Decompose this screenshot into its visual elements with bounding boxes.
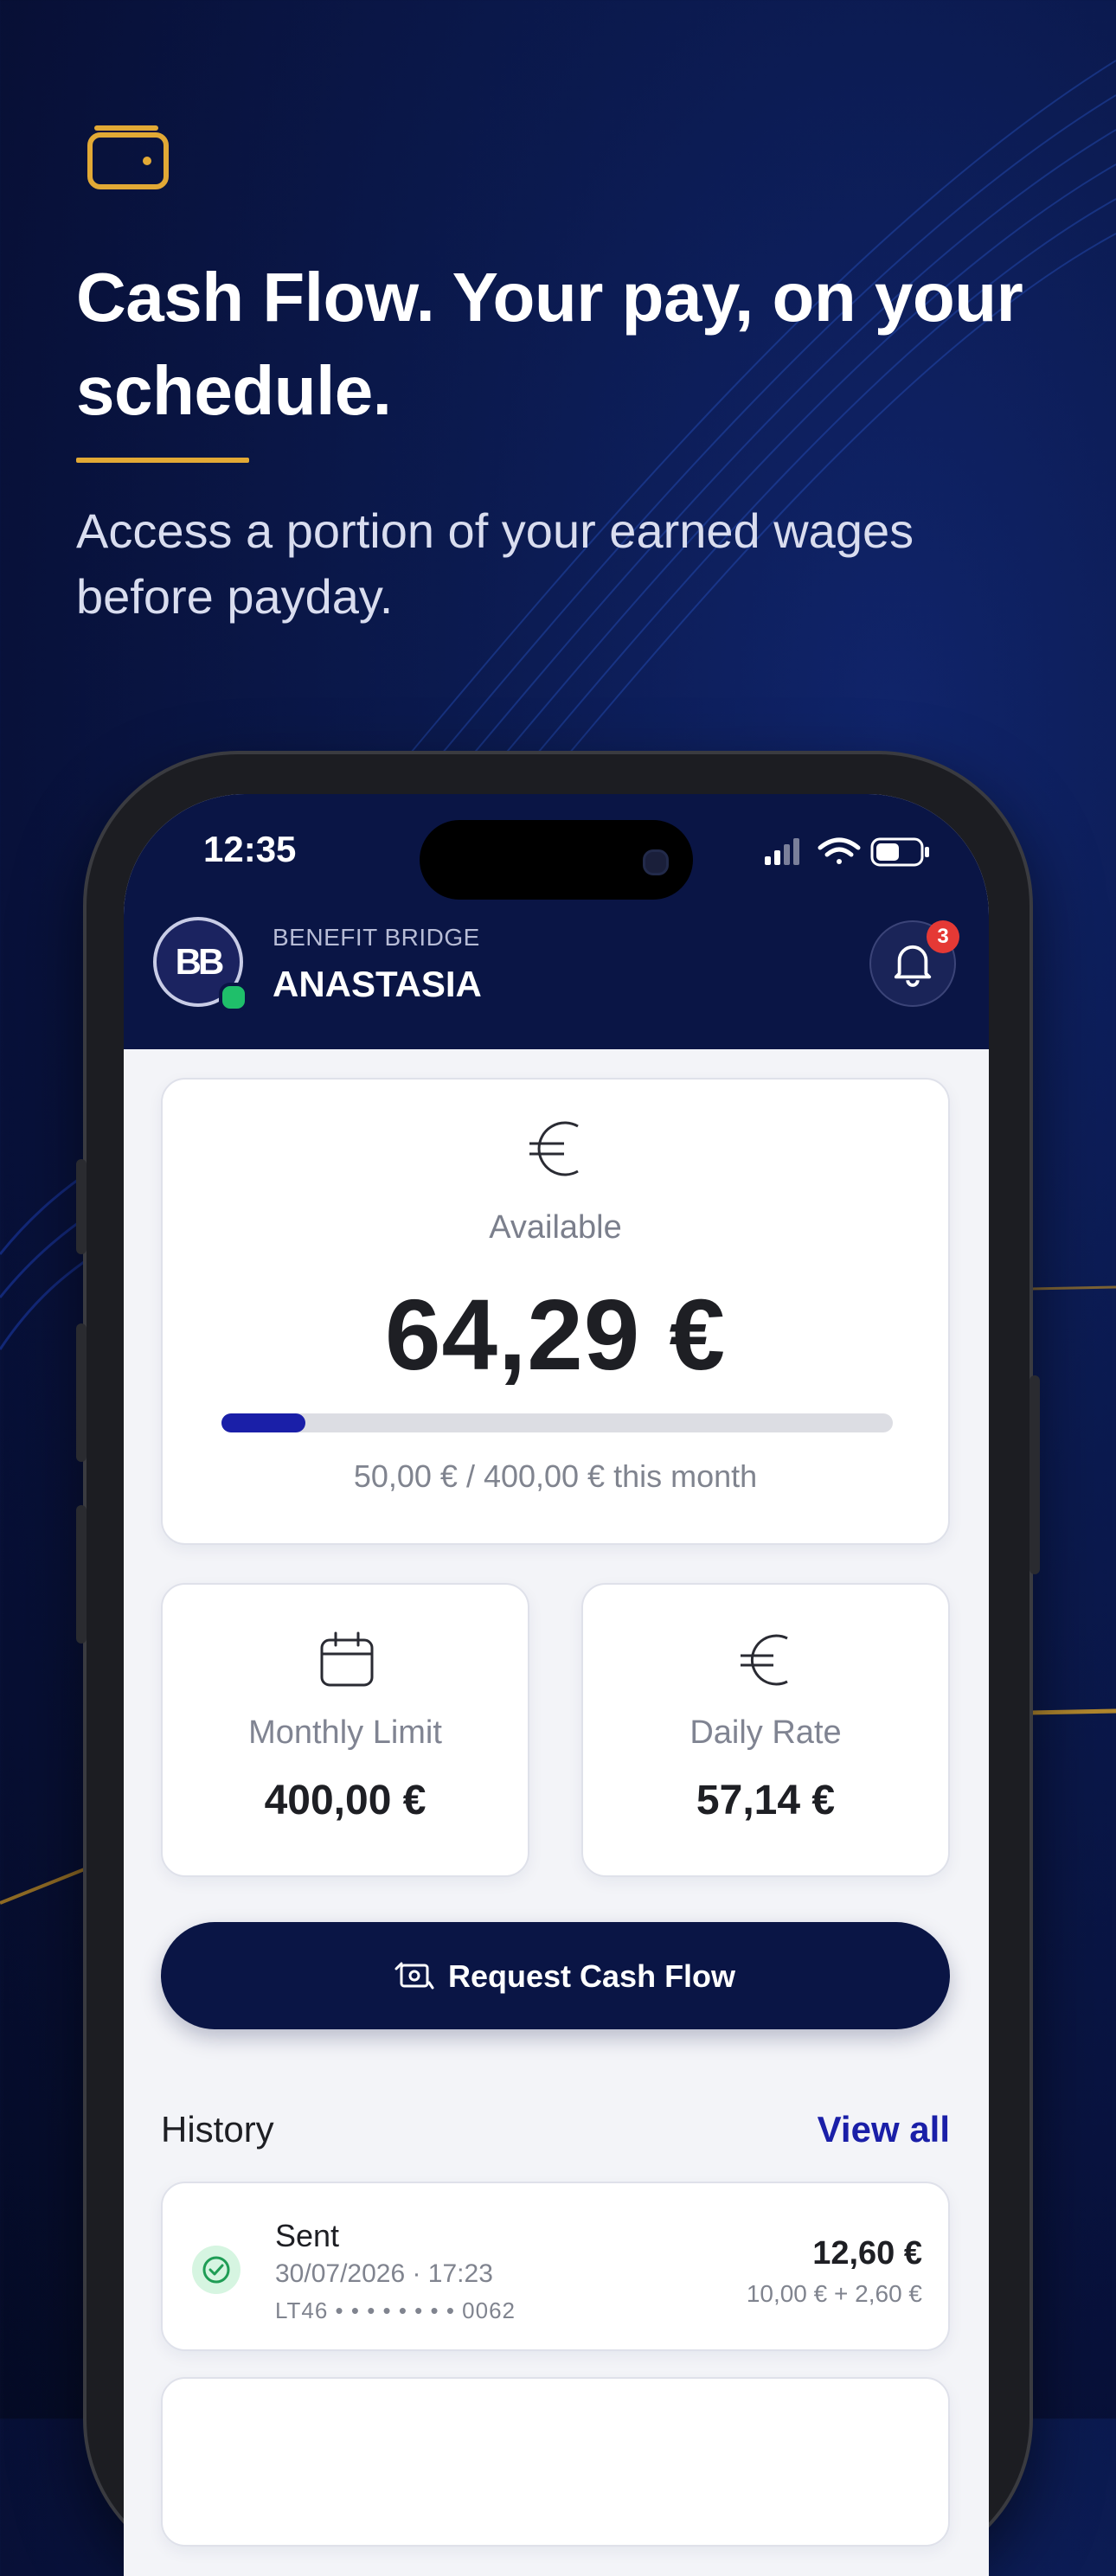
dynamic-island — [420, 820, 693, 900]
monthly-usage-progress-fill — [221, 1413, 305, 1432]
daily-rate-label: Daily Rate — [689, 1714, 842, 1751]
view-all-link[interactable]: View all — [818, 2109, 950, 2150]
history-title: History — [161, 2109, 274, 2150]
history-item-breakdown: 10,00 € + 2,60 € — [746, 2280, 922, 2307]
app-header: 12:35 BB BENEFIT BRIDGE ANASTASIA 3 — [124, 794, 989, 1049]
wifi-icon — [818, 837, 861, 864]
monthly-usage-text: 50,00 € / 400,00 € this month — [353, 1458, 758, 1494]
phone-volume-up — [76, 1323, 87, 1462]
online-status-dot — [219, 983, 248, 1012]
check-circle-icon — [202, 2256, 230, 2284]
history-item-status: Sent — [275, 2218, 340, 2253]
monthly-limit-card: Monthly Limit 400,00 € — [161, 1583, 529, 1877]
monthly-limit-value: 400,00 € — [264, 1778, 427, 1823]
monthly-usage-progress — [221, 1413, 893, 1432]
wallet-icon — [87, 125, 169, 189]
history-item-amount: 12,60 € — [812, 2235, 922, 2272]
headline-underline — [76, 458, 249, 463]
available-balance-card: Available 64,29 € 50,00 € / 400,00 € thi… — [161, 1078, 950, 1545]
history-item-partial[interactable] — [161, 2377, 950, 2547]
daily-rate-value: 57,14 € — [696, 1778, 836, 1823]
phone-side-button — [76, 1159, 87, 1254]
cash-transfer-icon — [394, 1962, 434, 1990]
phone-power-button — [1029, 1375, 1040, 1574]
available-amount: 64,29 € — [384, 1278, 727, 1391]
history-item-account: LT46 • • • • • • • • 0062 — [275, 2297, 516, 2323]
euro-icon — [529, 1121, 579, 1176]
euro-icon — [741, 1634, 788, 1686]
history-item[interactable]: Sent 30/07/2026 · 17:23 LT46 • • • • • •… — [161, 2182, 950, 2351]
user-name: ANASTASIA — [273, 964, 482, 1004]
calendar-icon — [320, 1631, 374, 1687]
sent-status-icon — [192, 2246, 241, 2294]
request-cash-flow-label: Request Cash Flow — [448, 1958, 736, 1994]
history-item-datetime: 30/07/2026 · 17:23 — [275, 2259, 493, 2288]
status-icons — [765, 837, 929, 867]
promo-subheadline: Access a portion of your earned wages be… — [76, 503, 914, 624]
brand-label: BENEFIT BRIDGE — [273, 924, 480, 951]
daily-rate-card: Daily Rate 57,14 € — [581, 1583, 950, 1877]
phone-volume-down — [76, 1505, 87, 1644]
notification-badge: 3 — [927, 920, 959, 953]
available-label: Available — [489, 1209, 622, 1246]
promo-headline: Cash Flow. Your pay, on your schedule. — [76, 259, 1023, 429]
monthly-limit-label: Monthly Limit — [248, 1714, 442, 1751]
status-bar-time: 12:35 — [203, 829, 297, 869]
request-cash-flow-button[interactable]: Request Cash Flow — [161, 1922, 950, 2029]
signal-icon — [765, 838, 799, 865]
battery-icon — [870, 837, 929, 867]
phone-screen: 12:35 BB BENEFIT BRIDGE ANASTASIA 3 Avai… — [124, 794, 989, 2576]
camera-lens — [643, 849, 669, 875]
